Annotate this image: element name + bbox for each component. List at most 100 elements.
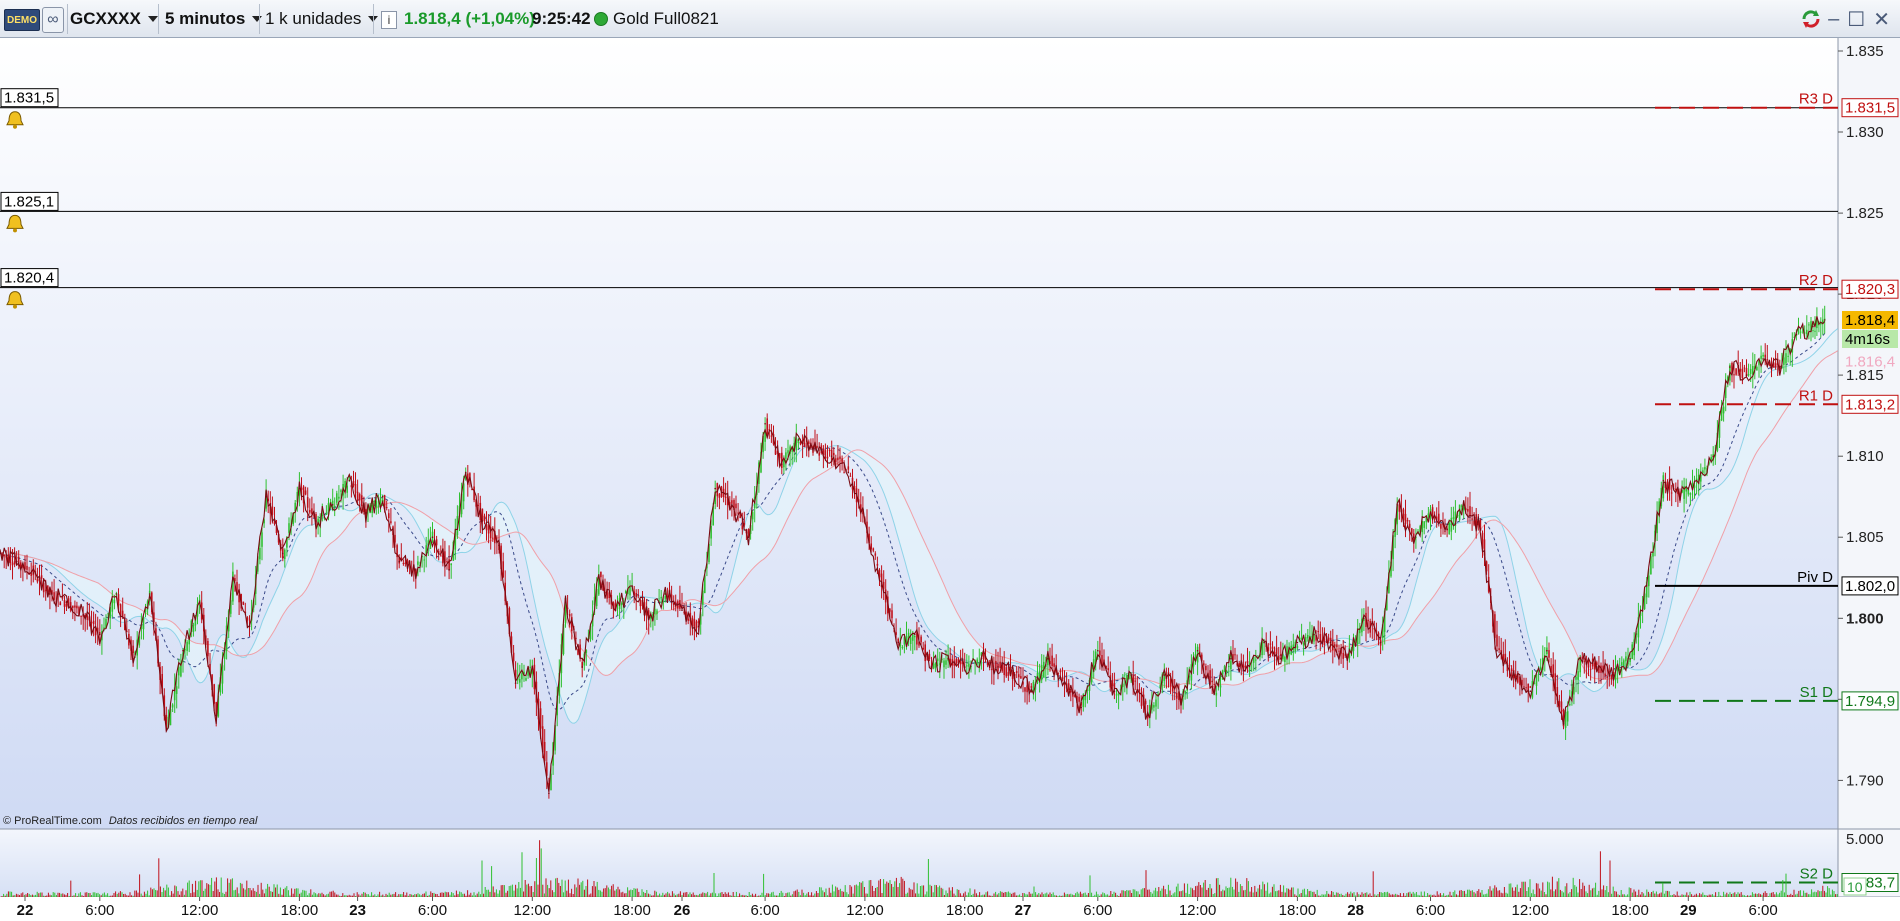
candle-body xyxy=(1496,634,1498,647)
timeframe-selector[interactable]: 5 minutos xyxy=(165,0,263,38)
candle-body xyxy=(1099,650,1101,656)
x-tick-label: 18:00 xyxy=(1279,902,1317,919)
candle-body xyxy=(1009,667,1012,668)
candle-body xyxy=(1336,644,1338,648)
candle-body xyxy=(1733,374,1735,376)
candle-body xyxy=(959,661,962,665)
candle-body xyxy=(440,555,442,557)
data-point xyxy=(781,463,783,466)
candle-body xyxy=(847,466,850,470)
candle-body xyxy=(1764,354,1766,358)
candle-body xyxy=(629,586,631,596)
candle-body xyxy=(1213,683,1215,685)
maximize-icon[interactable]: ☐ xyxy=(1847,7,1865,32)
candle-body xyxy=(635,593,637,597)
candle-body xyxy=(1215,692,1218,696)
candle-body xyxy=(1741,368,1744,378)
candle-body xyxy=(932,663,935,669)
data-point xyxy=(631,585,633,587)
candle-body xyxy=(1246,661,1249,664)
candle-body xyxy=(377,505,380,507)
level-tag: 1.813,2 xyxy=(1845,396,1895,413)
candle-body xyxy=(333,505,336,507)
data-point xyxy=(681,609,683,611)
candle-body xyxy=(1184,690,1186,694)
data-point xyxy=(1662,479,1665,482)
candle-body xyxy=(59,602,62,605)
candle-body xyxy=(1234,654,1236,656)
volume-background xyxy=(0,829,1838,897)
candle-body xyxy=(1579,660,1581,673)
candle-body xyxy=(785,452,787,459)
data-point xyxy=(198,601,201,603)
x-tick-label: 6:00 xyxy=(85,902,114,919)
price-chart[interactable]: 1.831,5 1.825,1 1.820,4 R3 D R2 D R1 D Piv D S… xyxy=(0,38,1900,921)
candle-body xyxy=(1577,671,1579,680)
data-point xyxy=(1462,504,1465,506)
candle-body xyxy=(338,496,340,499)
data-point xyxy=(65,601,68,603)
x-tick-label: 26 xyxy=(674,902,691,919)
symbol-selector[interactable]: GCXXXX xyxy=(70,0,158,38)
candle-body xyxy=(36,578,39,582)
candle-body xyxy=(1404,513,1407,524)
demo-icon[interactable]: DEMO xyxy=(4,9,40,31)
candle-body xyxy=(309,510,311,513)
units-selector[interactable]: 1 k unidades xyxy=(265,0,379,38)
x-tick-label: 6:00 xyxy=(1416,902,1445,919)
data-point xyxy=(1695,479,1698,482)
chevron-down-icon xyxy=(252,16,263,22)
data-point xyxy=(747,536,750,538)
candle-body xyxy=(1808,324,1810,326)
data-point xyxy=(564,601,567,603)
candle-body xyxy=(1774,363,1777,368)
candle-body xyxy=(1317,631,1319,633)
link-icon[interactable]: ∞ xyxy=(42,7,64,33)
toolbar-divider xyxy=(259,4,260,34)
data-point xyxy=(182,649,184,652)
units-label: 1 k unidades xyxy=(265,9,362,28)
info-icon[interactable]: i xyxy=(381,11,397,29)
data-point xyxy=(1030,690,1033,692)
minimize-icon[interactable]: – xyxy=(1828,8,1839,31)
candle-body xyxy=(1030,686,1033,688)
candle-body xyxy=(1625,656,1627,662)
candle-body xyxy=(891,610,893,619)
x-tick-label: 23 xyxy=(349,902,366,919)
data-point xyxy=(814,447,816,449)
candle-body xyxy=(186,641,188,651)
candle-body xyxy=(936,658,939,662)
candle-body xyxy=(354,484,357,493)
data-point xyxy=(1679,495,1681,498)
data-point xyxy=(1363,617,1365,620)
refresh-icon[interactable] xyxy=(1800,8,1822,30)
candle-body xyxy=(1670,492,1673,494)
data-point xyxy=(1379,641,1382,644)
candle-body xyxy=(1689,493,1692,495)
candle-body xyxy=(837,457,839,461)
candle-body xyxy=(1067,683,1070,691)
candle-body xyxy=(40,575,43,579)
x-tick-label: 22 xyxy=(17,902,34,919)
candle-body xyxy=(966,665,968,667)
alert-label: 1.831,5 xyxy=(4,90,54,107)
data-point xyxy=(398,560,401,563)
candle-body xyxy=(1059,670,1062,673)
candle-body xyxy=(1704,467,1706,470)
candle-body xyxy=(1070,691,1072,693)
candle-body xyxy=(828,450,831,451)
data-point xyxy=(1645,585,1648,587)
candle-body xyxy=(90,622,93,624)
data-point xyxy=(548,792,550,795)
candle-body xyxy=(1569,704,1571,706)
candle-body xyxy=(1327,637,1330,641)
y-tick-label: 1.835 xyxy=(1846,43,1884,60)
x-tick-label: 28 xyxy=(1347,902,1364,919)
level-label: S1 D xyxy=(1800,684,1834,701)
close-icon[interactable]: ✕ xyxy=(1873,7,1890,32)
candle-body xyxy=(968,663,970,667)
candle-body xyxy=(63,600,66,607)
data-point xyxy=(1097,649,1099,652)
x-tick-label: 18:00 xyxy=(946,902,984,919)
candle-body xyxy=(1799,331,1802,333)
